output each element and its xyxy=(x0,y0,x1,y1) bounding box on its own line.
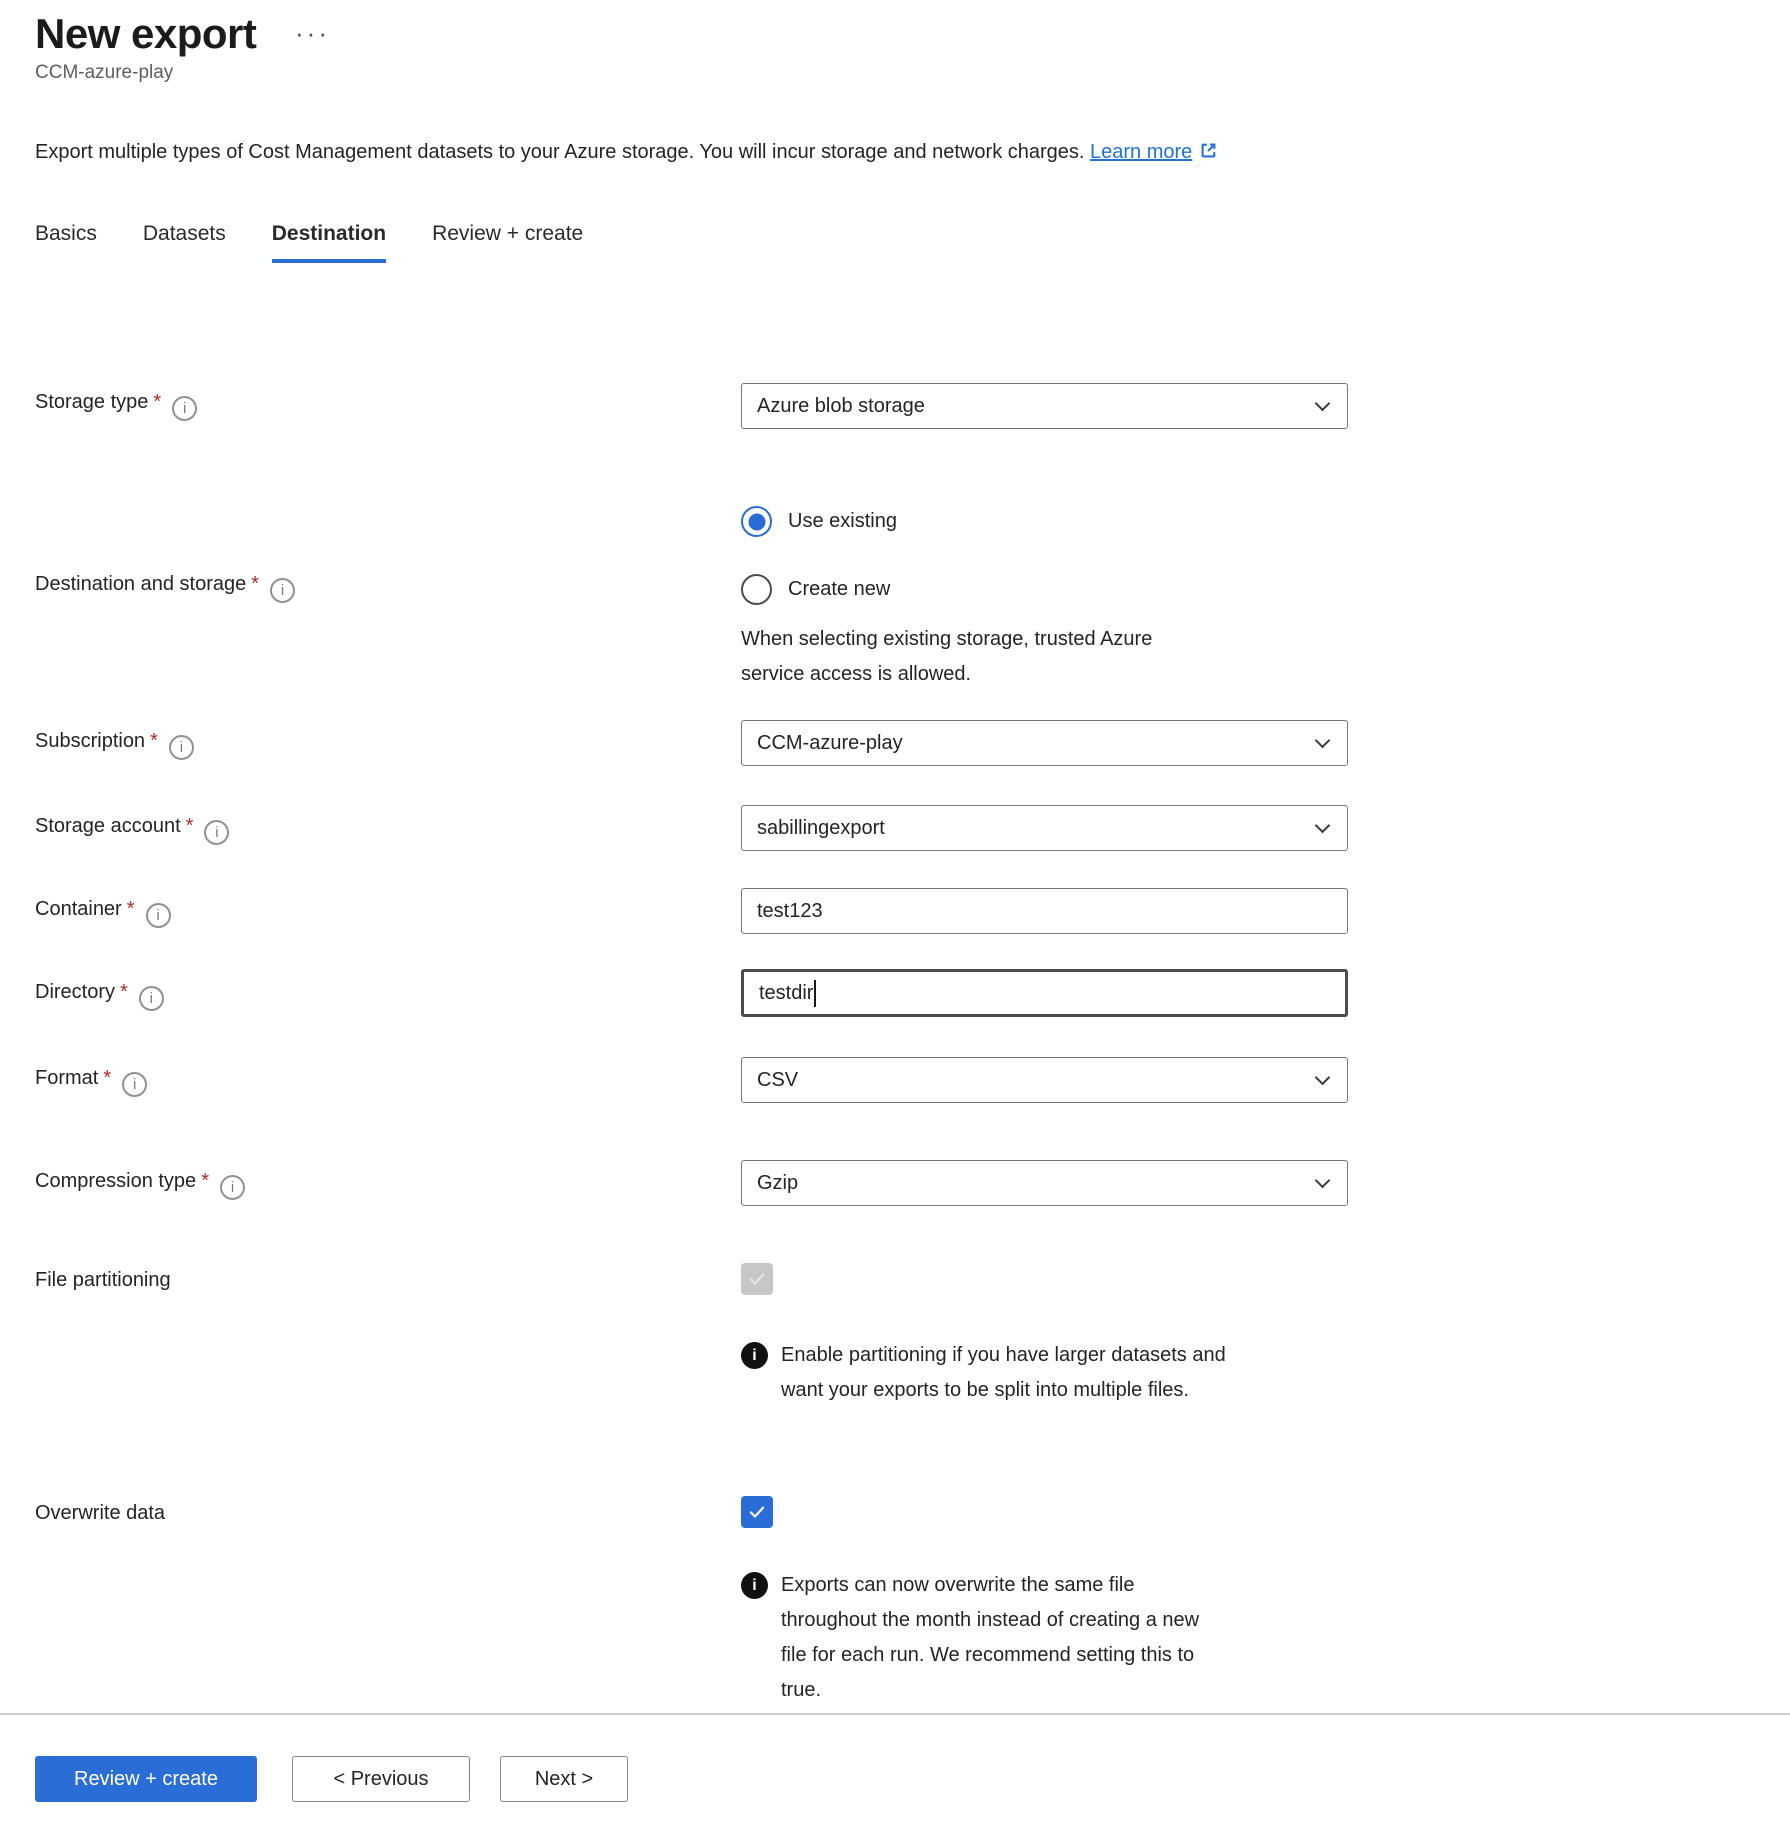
info-filled-icon: i xyxy=(741,1572,768,1599)
destination-storage-label: Destination and storage*i xyxy=(35,573,295,603)
radio-create-new[interactable]: Create new xyxy=(741,574,890,605)
required-asterisk: * xyxy=(120,981,128,1003)
chevron-down-icon xyxy=(1315,1172,1331,1188)
tab-bar: Basics Datasets Destination Review + cre… xyxy=(35,222,583,263)
radio-unselected-icon xyxy=(741,574,772,605)
learn-more-link[interactable]: Learn more xyxy=(1090,141,1192,163)
info-icon[interactable]: i xyxy=(204,820,229,845)
checkmark-icon xyxy=(747,1269,767,1289)
checkmark-icon xyxy=(747,1502,767,1522)
subscription-subtitle: CCM-azure-play xyxy=(35,62,173,84)
next-button[interactable]: Next > xyxy=(500,1756,628,1802)
container-label: Container*i xyxy=(35,898,171,928)
tab-review-create[interactable]: Review + create xyxy=(432,222,583,263)
storage-account-label: Storage account*i xyxy=(35,815,229,845)
required-asterisk: * xyxy=(150,730,158,752)
storage-type-select[interactable]: Azure blob storage xyxy=(741,383,1348,429)
subscription-label: Subscription*i xyxy=(35,730,194,760)
more-options-button[interactable]: ··· xyxy=(295,18,330,49)
overwrite-data-note-text: Exports can now overwrite the same file … xyxy=(781,1568,1226,1708)
compression-type-select[interactable]: Gzip xyxy=(741,1160,1348,1206)
storage-type-label: Storage type*i xyxy=(35,391,197,421)
directory-label: Directory*i xyxy=(35,981,164,1011)
chevron-down-icon xyxy=(1315,1069,1331,1085)
required-asterisk: * xyxy=(186,815,194,837)
chevron-down-icon xyxy=(1315,817,1331,833)
intro-description: Export multiple types of Cost Management… xyxy=(35,141,1084,163)
compression-type-label: Compression type*i xyxy=(35,1170,245,1200)
required-asterisk: * xyxy=(251,573,259,595)
subscription-select[interactable]: CCM-azure-play xyxy=(741,720,1348,766)
overwrite-data-label: Overwrite data xyxy=(35,1502,165,1525)
file-partitioning-note: i Enable partitioning if you have larger… xyxy=(741,1338,1251,1408)
file-partitioning-note-text: Enable partitioning if you have larger d… xyxy=(781,1338,1251,1408)
radio-selected-icon xyxy=(741,506,772,537)
info-icon[interactable]: i xyxy=(270,578,295,603)
required-asterisk: * xyxy=(127,898,135,920)
format-label: Format*i xyxy=(35,1067,147,1097)
footer-divider xyxy=(0,1713,1790,1715)
tab-datasets[interactable]: Datasets xyxy=(143,222,226,263)
chevron-down-icon xyxy=(1315,395,1331,411)
info-filled-icon: i xyxy=(741,1342,768,1369)
external-link-icon[interactable] xyxy=(1198,140,1219,161)
file-partitioning-checkbox xyxy=(741,1263,773,1295)
tab-basics[interactable]: Basics xyxy=(35,222,97,263)
intro-text: Export multiple types of Cost Management… xyxy=(35,140,1219,164)
info-icon[interactable]: i xyxy=(220,1175,245,1200)
container-input[interactable]: test123 xyxy=(741,888,1348,934)
info-icon[interactable]: i xyxy=(169,735,194,760)
info-icon[interactable]: i xyxy=(122,1072,147,1097)
text-cursor xyxy=(814,980,816,1007)
directory-input[interactable]: testdir xyxy=(741,969,1348,1017)
storage-account-select[interactable]: sabillingexport xyxy=(741,805,1348,851)
previous-button[interactable]: < Previous xyxy=(292,1756,470,1802)
overwrite-data-note: i Exports can now overwrite the same fil… xyxy=(741,1568,1226,1708)
required-asterisk: * xyxy=(153,391,161,413)
info-icon[interactable]: i xyxy=(172,396,197,421)
overwrite-data-checkbox[interactable] xyxy=(741,1496,773,1528)
required-asterisk: * xyxy=(103,1067,111,1089)
info-icon[interactable]: i xyxy=(146,903,171,928)
tab-destination[interactable]: Destination xyxy=(272,222,386,263)
required-asterisk: * xyxy=(201,1170,209,1192)
review-create-button[interactable]: Review + create xyxy=(35,1756,257,1802)
radio-use-existing[interactable]: Use existing xyxy=(741,506,897,537)
format-select[interactable]: CSV xyxy=(741,1057,1348,1103)
info-icon[interactable]: i xyxy=(139,986,164,1011)
existing-storage-help-text: When selecting existing storage, trusted… xyxy=(741,622,1221,692)
chevron-down-icon xyxy=(1315,732,1331,748)
file-partitioning-label: File partitioning xyxy=(35,1269,171,1292)
page-title: New export xyxy=(35,10,256,58)
